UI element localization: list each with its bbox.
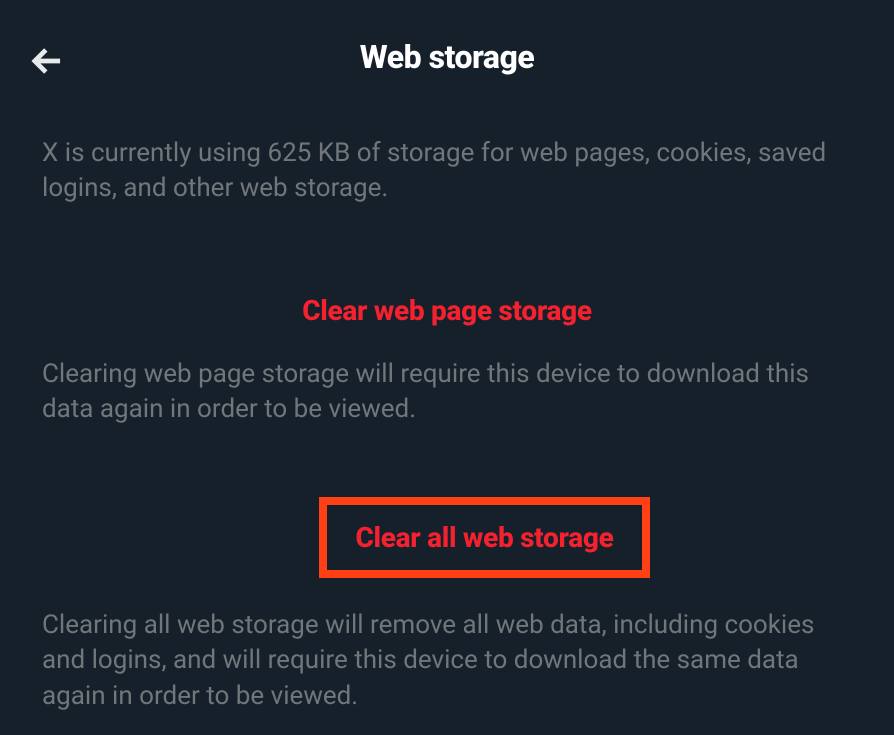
clear-all-storage-section: Clear all web storage Clearing all web s… <box>42 497 852 713</box>
clear-page-storage-button[interactable]: Clear web page storage <box>42 294 852 327</box>
clear-all-storage-button[interactable]: Clear all web storage <box>319 497 649 578</box>
clear-all-storage-description: Clearing all web storage will remove all… <box>42 608 852 713</box>
page-title: Web storage <box>30 38 864 76</box>
arrow-left-icon <box>30 42 68 84</box>
header: Web storage <box>0 0 894 96</box>
back-button[interactable] <box>30 42 68 84</box>
clear-page-storage-description: Clearing web page storage will require t… <box>42 357 852 427</box>
storage-usage-text: X is currently using 625 KB of storage f… <box>42 136 852 206</box>
content-area: X is currently using 625 KB of storage f… <box>0 96 894 714</box>
clear-page-storage-section: Clear web page storage Clearing web page… <box>42 294 852 427</box>
